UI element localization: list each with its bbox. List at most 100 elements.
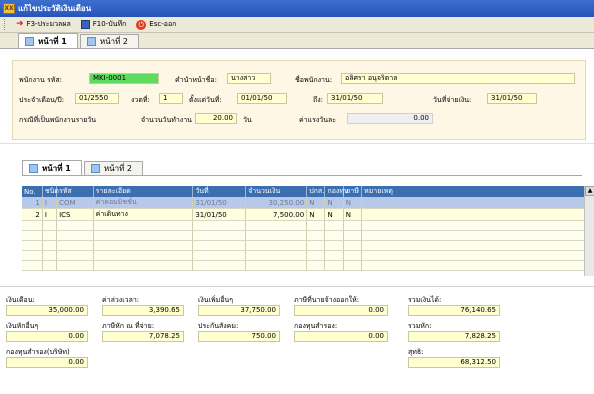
cell-type[interactable]: I [42,208,58,221]
toolbar: ➜ F3-ประมวลผล F10-บันทึก ⏻ Esc-ออก [0,17,594,33]
col-header[interactable]: รายละเอียด [93,186,194,197]
col-header[interactable]: จำนวนเงิน [245,186,308,197]
daily-wage-label: ค่าแรงวันละ [299,116,337,124]
page-icon [29,163,38,173]
tab-label: หน้าที่ 1 [42,163,71,173]
cell-amount[interactable]: 7,500.00 [245,208,308,221]
cell-sso[interactable]: N [306,197,326,209]
cell-fund[interactable]: N [324,197,344,209]
pay-date-field[interactable]: 31/01/50 [487,93,537,104]
grid-tabs: หน้าที่ 1 หน้าที่ 2 [22,160,582,176]
cell-type[interactable]: I [42,197,58,209]
table-row[interactable]: 1 I COM ค่าคอมมิชชั่น 31/01/50 30,250.00… [22,197,594,209]
tab-label: หน้าที่ 2 [99,37,128,46]
tax-paid-by-employer-field[interactable]: 0.00 [294,305,388,316]
table-row[interactable] [22,260,594,271]
exit-icon: ⏻ [136,19,147,30]
cell-date[interactable]: 31/01/50 [192,197,247,209]
grid-scrollbar[interactable]: ▲ [584,186,594,276]
start-date-field[interactable]: 01/01/50 [237,93,287,104]
pf-company-field[interactable]: 0.00 [6,357,88,368]
table-row[interactable] [22,220,594,231]
cell-code[interactable]: COM [56,197,94,209]
period-field[interactable]: 01/2550 [75,93,119,104]
cell-fund[interactable]: N [324,208,344,221]
cell-tax[interactable]: N [343,197,363,209]
exit-button-label: Esc-ออก [149,20,177,28]
cell-desc[interactable]: ค่าเดินทาง [93,208,194,221]
cell-desc[interactable]: ค่าคอมมิชชั่น [93,197,194,209]
page-icon [90,164,100,173]
scroll-up-icon[interactable]: ▲ [585,186,594,196]
sso-field[interactable]: 750.00 [198,331,280,342]
col-header[interactable]: ภาษี [343,186,363,197]
start-date-label: ตั้งแต่วันที่: [189,96,222,104]
cell-date[interactable]: 31/01/50 [192,208,247,221]
col-header[interactable]: กองทุน [324,186,349,197]
tab-page-1[interactable]: หน้าที่ 1 [18,33,78,48]
net-field[interactable]: 68,312.50 [408,357,500,368]
page-icon [25,36,34,46]
total-deduct-field[interactable]: 7,828.25 [408,331,500,342]
table-row[interactable] [22,240,594,251]
tab-grid-page-2[interactable]: หน้าที่ 2 [83,161,143,175]
window-title: แก้ไขประวัติเงินเดือน [18,4,92,13]
emp-code-field[interactable]: MKI-0001 [89,73,159,84]
process-button-label: F3-ประมวลผล [26,20,71,28]
col-header[interactable]: หมายเหตุ [361,186,594,197]
tab-label: หน้าที่ 2 [103,164,132,173]
daily-wage-field[interactable]: 0.00 [347,113,433,124]
emp-name-label: ชื่อพนักงาน: [295,76,333,84]
cell-amount[interactable]: 30,250.00 [245,197,308,209]
emp-name-field[interactable]: อลิศรา อนุจริตาล [341,73,575,84]
table-row[interactable] [22,250,594,261]
cell-note[interactable] [361,197,594,209]
col-header[interactable]: รหัส [56,186,94,197]
workdays-unit: วัน [243,116,252,124]
pf-field[interactable]: 0.00 [294,331,388,342]
extra-income-field[interactable]: 37,750.00 [198,305,280,316]
salary-field[interactable]: 35,000.00 [6,305,88,316]
table-row[interactable]: 2 I ICS ค่าเดินทาง 31/01/50 7,500.00 N N… [22,208,594,221]
cell-tax[interactable]: N [343,208,363,221]
employee-header-panel: พนักงาน รหัส: MKI-0001 คำนำหน้าชื่อ: นาง… [12,60,586,140]
income-grid: No. ชนิด รหัส รายละเอียด วันที่ จำนวนเงิ… [22,186,594,276]
floppy-disk-icon [80,20,90,29]
prefix-field[interactable]: นางสาว [227,73,271,84]
end-date-label: ถึง: [313,96,324,104]
deduct-field[interactable]: 0.00 [6,331,88,342]
page-icon [86,37,96,46]
workdays-field[interactable]: 20.00 [195,113,237,124]
ot-field[interactable]: 3,390.65 [102,305,184,316]
tab-grid-page-1[interactable]: หน้าที่ 1 [22,160,82,175]
save-button[interactable]: F10-บันทึก [80,19,126,30]
arrow-right-icon: ➜ [16,19,24,29]
cell-no[interactable]: 1 [22,197,43,209]
exit-button[interactable]: ⏻ Esc-ออก [136,19,176,30]
workdays-label: จำนวนวันทำงาน [141,116,192,124]
window-titlebar: XX แก้ไขประวัติเงินเดือน [0,0,594,17]
tab-label: หน้าที่ 1 [38,36,67,46]
cell-note[interactable] [361,208,594,221]
cell-code[interactable]: ICS [56,208,94,221]
col-header[interactable]: No. [22,186,43,197]
summary-panel: เงินเดือน: 35,000.00 เงินหักอื่นๆ 0.00 ก… [0,286,594,394]
toolbar-grip[interactable] [4,19,6,30]
cell-sso[interactable]: N [306,208,326,221]
cell-no[interactable]: 2 [22,208,43,221]
tab-page-2[interactable]: หน้าที่ 2 [79,34,139,48]
period-label: ประจำเดือน/ปี: [19,96,65,104]
total-income-field[interactable]: 76,140.65 [408,305,500,316]
table-row[interactable] [22,230,594,241]
end-date-field[interactable]: 31/01/50 [327,93,383,104]
col-header[interactable]: วันที่ [192,186,247,197]
daily-worker-label: กรณีที่เป็นพนักงานรายวัน [19,116,97,124]
col-header[interactable]: ชนิด [42,186,59,197]
withhold-field[interactable]: 7,078.25 [102,331,184,342]
col-header[interactable]: ปกส. [306,186,326,197]
table-header-row: No. ชนิด รหัส รายละเอียด วันที่ จำนวนเงิ… [22,186,594,197]
process-button[interactable]: ➜ F3-ประมวลผล [16,19,71,30]
income-table: No. ชนิด รหัส รายละเอียด วันที่ จำนวนเงิ… [22,186,594,271]
round-field[interactable]: 1 [159,93,183,104]
emp-code-label: พนักงาน รหัส: [19,76,63,84]
